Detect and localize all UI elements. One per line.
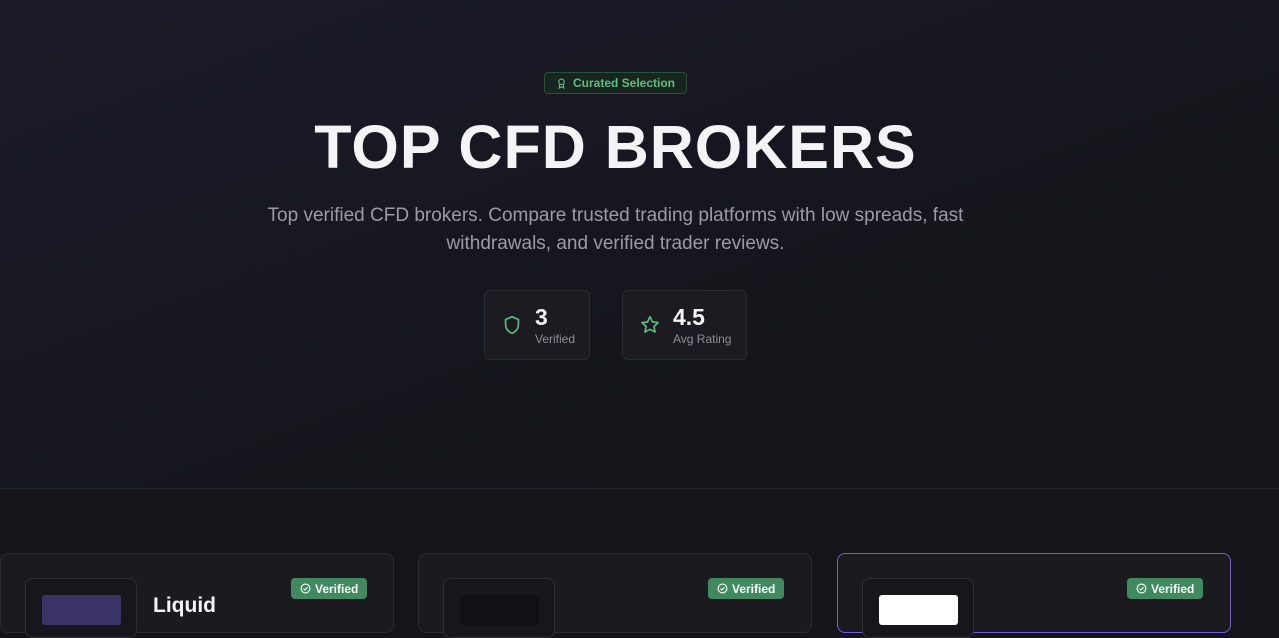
stat-value: 3: [535, 304, 548, 330]
shield-icon: [504, 315, 520, 335]
stat-avg-rating: 4.5 Avg Rating: [622, 290, 747, 360]
verified-label: Verified: [315, 581, 359, 596]
stat-verified: 3 Verified: [484, 290, 590, 360]
broker-card[interactable]: Verified: [418, 553, 812, 638]
broker-logo: [25, 578, 137, 638]
broker-logo: [443, 578, 555, 638]
check-circle-icon: [717, 583, 728, 594]
stat-label: Verified: [535, 332, 576, 346]
section-divider: [0, 488, 1279, 489]
broker-card-featured[interactable]: Verified: [837, 553, 1231, 638]
verified-label: Verified: [1151, 581, 1195, 596]
stat-value: 4.5: [673, 304, 705, 330]
broker-logo-image: [42, 595, 121, 625]
broker-card[interactable]: Liquid Verified: [0, 553, 394, 638]
verified-badge: Verified: [1127, 578, 1204, 599]
page-subtitle: Top verified CFD brokers. Compare truste…: [267, 205, 964, 254]
check-circle-icon: [300, 583, 311, 594]
broker-name[interactable]: Liquid: [153, 594, 216, 618]
curated-badge: Curated Selection: [544, 72, 687, 94]
award-icon: [558, 78, 565, 89]
hero-section: Curated Selection TOP CFD BROKERS Top ve…: [0, 0, 1279, 489]
verified-badge: Verified: [708, 578, 785, 599]
check-circle-icon: [1136, 583, 1147, 594]
verified-badge: Verified: [291, 578, 368, 599]
stat-label: Avg Rating: [673, 332, 732, 346]
verified-label: Verified: [732, 581, 776, 596]
broker-logo: [862, 578, 974, 638]
broker-logo-image: [460, 595, 539, 625]
badge-label: Curated Selection: [572, 76, 676, 90]
star-icon: [641, 315, 659, 333]
broker-logo-image: [879, 595, 958, 625]
page-title: TOP CFD BROKERS: [314, 113, 917, 181]
